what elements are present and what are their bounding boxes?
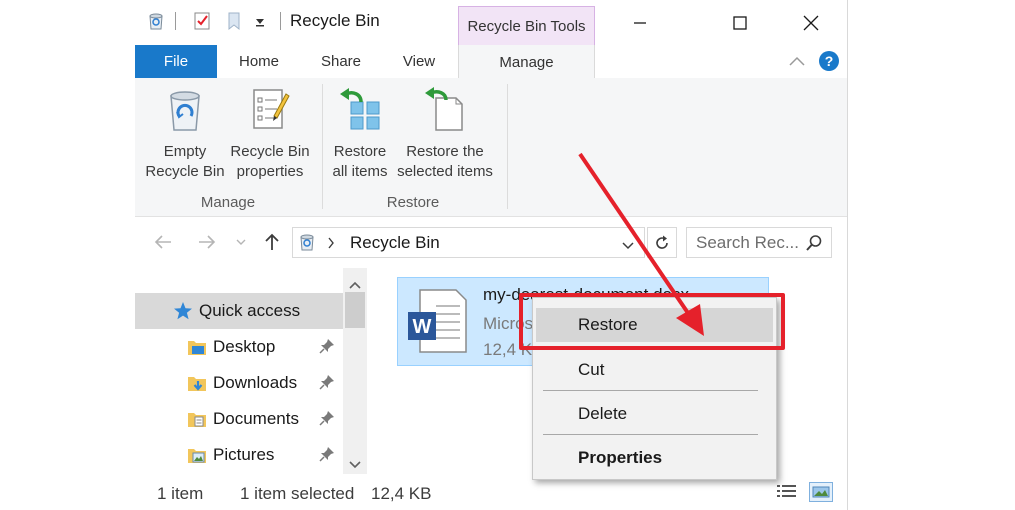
annotation-arrow: [578, 152, 704, 336]
annotation-arrow-head: [676, 304, 704, 336]
annotation-arrow-shaft: [578, 152, 692, 318]
